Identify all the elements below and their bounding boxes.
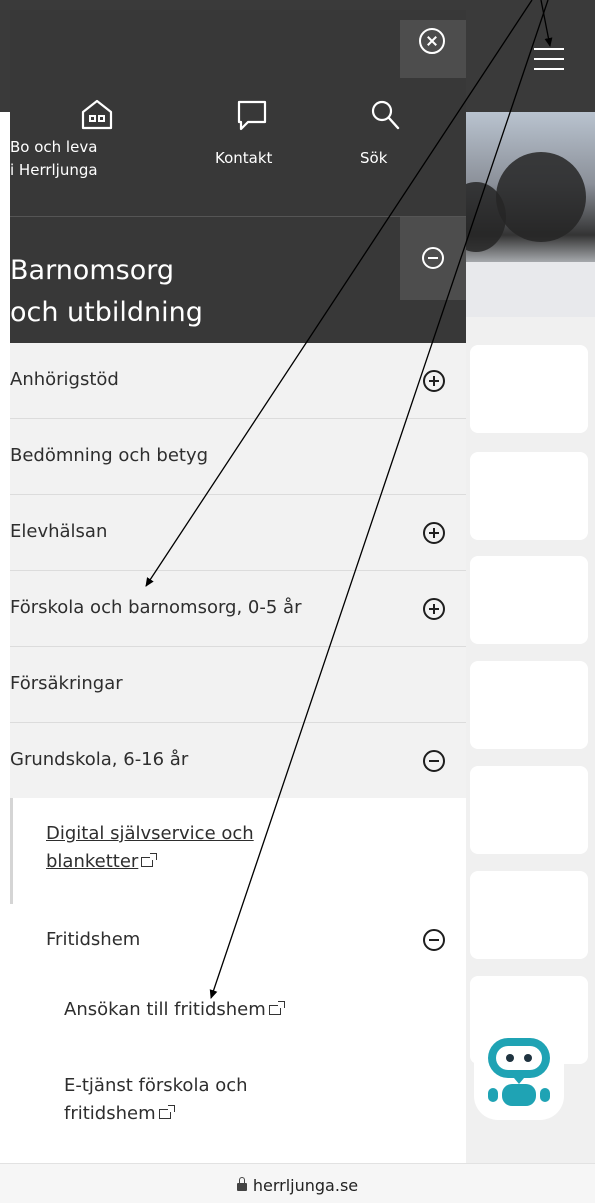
quicklink-kontakt[interactable]: Kontakt xyxy=(215,98,315,170)
submenu-item-label: Fritidshem xyxy=(46,929,141,950)
quicklink-label: Sök xyxy=(360,149,388,167)
robot-icon xyxy=(488,1038,550,1106)
url-text: herrljunga.se xyxy=(252,1176,359,1195)
plus-circle-icon[interactable] xyxy=(423,522,445,544)
divider xyxy=(10,216,466,217)
menu-item-label: Elevhälsan xyxy=(10,521,108,542)
quicklink-bo-och-leva[interactable]: Bo och leva i Herrljunga xyxy=(10,98,170,182)
link-etjanst-forskola[interactable]: E-tjänst förskola och fritidshem xyxy=(64,1072,248,1128)
menu-item-elevhalsan[interactable]: Elevhälsan xyxy=(10,495,466,571)
content-card[interactable] xyxy=(470,871,588,959)
close-icon xyxy=(419,28,445,54)
minus-circle-icon xyxy=(422,247,444,269)
plus-circle-icon[interactable] xyxy=(423,370,445,392)
menu-item-anhorigstod[interactable]: Anhörigstöd xyxy=(10,343,466,419)
link-text: Digital självservice och xyxy=(46,823,254,844)
hamburger-menu-icon[interactable] xyxy=(532,44,568,74)
content-card[interactable] xyxy=(470,661,588,749)
menu-item-label: Förskola och barnomsorg, 0-5 år xyxy=(10,597,302,618)
quicklink-sok[interactable]: Sök xyxy=(360,98,410,170)
content-card[interactable] xyxy=(470,766,588,854)
content-card[interactable] xyxy=(470,345,588,433)
url-display: herrljunga.se xyxy=(0,1176,595,1195)
link-digital-sjalvservice[interactable]: Digital självservice och blanketter xyxy=(46,820,386,876)
plus-circle-icon[interactable] xyxy=(423,598,445,620)
chat-bubble-icon xyxy=(237,100,267,131)
link-text: Ansökan till fritidshem xyxy=(64,999,266,1020)
chatbot-button[interactable] xyxy=(474,1028,564,1120)
browser-address-bar[interactable]: herrljunga.se xyxy=(0,1163,595,1203)
drawer-header: Bo och leva i Herrljunga Kontakt Sök Bar… xyxy=(10,10,466,343)
navigation-drawer: Bo och leva i Herrljunga Kontakt Sök Bar… xyxy=(10,10,466,1163)
submenu-indicator xyxy=(10,798,13,904)
menu-item-forskola[interactable]: Förskola och barnomsorg, 0-5 år xyxy=(10,571,466,647)
minus-circle-icon[interactable] xyxy=(423,929,445,951)
section-title-line: och utbildning xyxy=(10,297,203,328)
link-text: E-tjänst förskola och xyxy=(64,1075,248,1096)
minus-circle-icon[interactable] xyxy=(423,750,445,772)
link-text: fritidshem xyxy=(64,1103,156,1124)
content-card[interactable] xyxy=(470,556,588,644)
menu-item-label: Anhörigstöd xyxy=(10,369,119,390)
link-text: blanketter xyxy=(46,851,139,872)
menu-item-label: Försäkringar xyxy=(10,673,123,694)
house-icon xyxy=(81,99,113,130)
hero-image xyxy=(466,112,595,317)
quicklink-label: Kontakt xyxy=(215,149,273,167)
search-icon xyxy=(371,100,400,130)
menu-item-label: Grundskola, 6-16 år xyxy=(10,749,189,770)
section-collapse-button[interactable] xyxy=(400,217,466,300)
content-card[interactable] xyxy=(470,452,588,540)
section-title[interactable]: Barnomsorg och utbildning xyxy=(10,250,390,334)
external-link-icon xyxy=(268,1001,285,1015)
submenu-item-fritidshem[interactable]: Fritidshem xyxy=(46,926,140,954)
menu-item-grundskola[interactable]: Grundskola, 6-16 år xyxy=(10,723,466,799)
lock-icon xyxy=(236,1177,247,1191)
close-menu-button[interactable] xyxy=(400,20,466,78)
external-link-icon xyxy=(141,853,158,867)
quicklink-label: Bo och leva xyxy=(10,138,98,156)
link-ansokan-fritidshem[interactable]: Ansökan till fritidshem xyxy=(64,996,285,1024)
quicklink-label: i Herrljunga xyxy=(10,161,98,179)
section-title-line: Barnomsorg xyxy=(10,255,174,286)
menu-item-forsakringar[interactable]: Försäkringar xyxy=(10,647,466,723)
menu-item-label: Bedömning och betyg xyxy=(10,445,209,466)
external-link-icon xyxy=(158,1105,175,1119)
submenu-grundskola: Digital självservice och blanketter Frit… xyxy=(10,798,466,1163)
menu-item-bedomning[interactable]: Bedömning och betyg xyxy=(10,419,466,495)
